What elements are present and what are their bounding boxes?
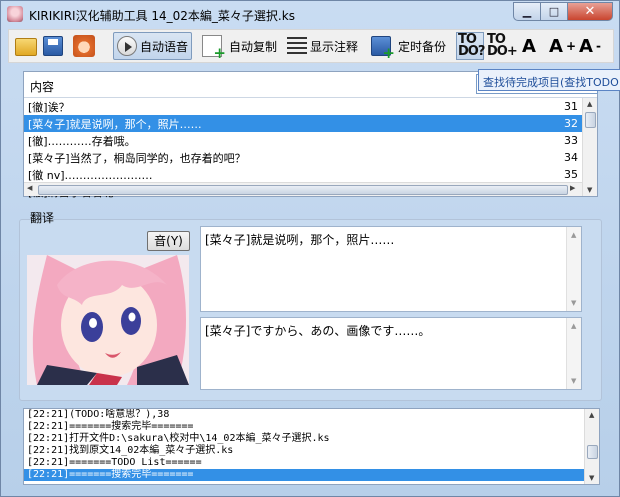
list-row-number: 33	[564, 134, 578, 147]
font-larger-label: A	[549, 35, 563, 57]
scroll-up-icon[interactable]: ▲	[589, 411, 594, 419]
close-button[interactable]: ✕	[567, 2, 613, 21]
character-button[interactable]	[73, 32, 95, 60]
log-line[interactable]: [22:21]=======TODO List======	[24, 457, 599, 469]
list-header-title: 内容	[30, 80, 55, 94]
list-row-number: 31	[564, 100, 578, 113]
font-smaller-sup: -	[595, 39, 601, 53]
toolbar: 自动语音 自动复制 显示注释 定时备份 TODO? TODO+ A A+ A-	[8, 29, 614, 63]
scroll-thumb[interactable]	[585, 112, 596, 128]
original-text: [菜々子]ですから、あの、画像です……。	[205, 324, 431, 338]
log-line[interactable]: [22:21]打开文件D:\sakura\校对中\14_02本編_菜々子選択.k…	[24, 433, 599, 445]
font-normal-button[interactable]: A	[522, 32, 536, 60]
timed-backup-label: 定时备份	[398, 39, 447, 54]
translation-scrollbar[interactable]: ▲ ▼	[566, 227, 581, 311]
list-horizontal-scrollbar[interactable]: ◀ ▶	[24, 182, 582, 196]
app-icon	[7, 6, 23, 22]
folder-open-icon	[15, 38, 37, 56]
original-textbox[interactable]: [菜々子]ですから、あの、画像です……。 ▲ ▼	[200, 317, 582, 390]
show-comment-button[interactable]: 显示注释	[287, 32, 358, 60]
list-row[interactable]: [徹]…………存着哦。 33	[24, 132, 582, 149]
scroll-up-icon[interactable]: ▲	[571, 231, 576, 239]
list-row-number: 34	[564, 151, 578, 164]
list-row[interactable]: [菜々子]当然了，桐岛同学的，也存着的吧？ 34	[24, 149, 582, 166]
auto-voice-label: 自动语音	[140, 39, 189, 54]
character-avatar-icon	[73, 35, 95, 57]
scroll-up-icon[interactable]: ▲	[587, 100, 592, 108]
list-row[interactable]: [徹]诶？ 31	[24, 98, 582, 115]
character-portrait	[27, 255, 189, 385]
log-scroll-thumb[interactable]	[587, 445, 598, 459]
minimize-button[interactable]: ▁	[513, 2, 540, 21]
list-row-number: 35	[564, 168, 578, 181]
list-row[interactable]: [徹 nv]…………………… 35	[24, 166, 582, 183]
maximize-button[interactable]: □	[540, 2, 567, 21]
scroll-left-icon[interactable]: ◀	[27, 184, 32, 192]
translation-textbox[interactable]: [菜々子]就是说咧，那个，照片…… ▲ ▼	[200, 226, 582, 312]
log-line[interactable]: [22:21]找到原文14_02本編_菜々子選択.ks	[24, 445, 599, 457]
save-button[interactable]	[43, 32, 63, 60]
hscroll-thumb[interactable]	[38, 185, 568, 195]
voice-button[interactable]: 音(Y)	[147, 231, 190, 251]
copy-add-icon	[202, 35, 226, 62]
todo-add-icon: TO DO+	[487, 32, 518, 59]
translation-label: 翻译	[30, 211, 55, 225]
list-row-number: 32	[564, 117, 578, 130]
backup-icon	[371, 36, 395, 62]
list-row-text: [菜々子]当然了，桐岛同学的，也存着的吧？	[28, 151, 246, 165]
scroll-down-icon[interactable]: ▼	[587, 186, 592, 194]
list-row-text: [徹]诶？	[28, 100, 70, 114]
search-tooltip: 查找待完成项目(查找TODO	[478, 69, 620, 91]
log-line[interactable]: [22:21](TODO:啥意思？),38	[24, 409, 599, 421]
todo-add-button[interactable]: TO DO+	[487, 32, 518, 60]
log-lines: [22:21](TODO:啥意思？),38 [22:21]=======搜索完毕=…	[24, 409, 599, 481]
todo-search-icon: TO DO?	[458, 32, 485, 59]
window-controls: ▁ □ ✕	[513, 2, 613, 21]
lines-icon	[287, 37, 307, 55]
list-row-text: [菜々子]就是说咧，那个，照片……	[28, 117, 202, 131]
auto-voice-button[interactable]: 自动语音	[113, 32, 193, 60]
play-icon	[117, 36, 137, 56]
timed-backup-button[interactable]: 定时备份	[371, 32, 447, 62]
title-bar[interactable]: KIRIKIRI汉化辅助工具 14_02本編_菜々子選択.ks ▁ □ ✕	[1, 1, 619, 28]
auto-copy-button[interactable]: 自动复制	[202, 32, 278, 62]
character-portrait-art	[27, 255, 189, 385]
save-icon	[43, 36, 63, 56]
list-row-text: [徹]…………存着哦。	[28, 134, 136, 148]
main-window: KIRIKIRI汉化辅助工具 14_02本編_菜々子選択.ks ▁ □ ✕ 自动…	[0, 0, 620, 497]
font-larger-button[interactable]: A +	[549, 32, 576, 60]
list-row-text: [徹 nv]……………………	[28, 168, 153, 182]
list-row[interactable]: [菜々子]就是说咧，那个，照片…… 32	[24, 115, 582, 132]
log-line[interactable]: [22:21]=======搜索完毕=======	[24, 421, 599, 433]
show-comment-label: 显示注释	[310, 39, 359, 54]
scroll-up-icon[interactable]: ▲	[571, 322, 576, 330]
font-smaller-button[interactable]: A-	[579, 32, 601, 60]
scroll-down-icon[interactable]: ▼	[589, 474, 594, 482]
original-scrollbar[interactable]: ▲ ▼	[566, 318, 581, 389]
scroll-down-icon[interactable]: ▼	[571, 377, 576, 385]
open-file-button[interactable]	[15, 32, 37, 60]
log-panel[interactable]: [22:21](TODO:啥意思？),38 [22:21]=======搜索完毕=…	[23, 408, 600, 485]
translation-text: [菜々子]就是说咧，那个，照片……	[205, 233, 395, 247]
log-scrollbar[interactable]: ▲ ▼	[584, 409, 599, 484]
font-normal-label: A	[522, 35, 536, 57]
window-title: KIRIKIRI汉化辅助工具 14_02本編_菜々子選択.ks	[29, 9, 295, 23]
font-larger-sup: +	[565, 39, 576, 53]
todo-find-button[interactable]: TO DO?	[456, 32, 485, 60]
scroll-down-icon[interactable]: ▼	[571, 299, 576, 307]
log-line[interactable]: [22:21]=======搜索完毕=======	[24, 469, 599, 481]
auto-copy-label: 自动复制	[229, 39, 278, 54]
list-vertical-scrollbar[interactable]: ▲ ▼	[582, 98, 597, 196]
scroll-right-icon[interactable]: ▶	[570, 184, 575, 192]
font-smaller-label: A	[579, 35, 593, 57]
